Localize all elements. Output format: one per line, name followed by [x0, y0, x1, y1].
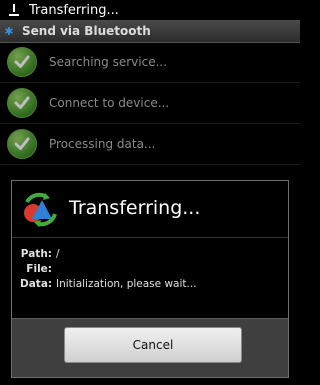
step-label: Processing data...	[49, 137, 156, 151]
data-label: Data:	[20, 278, 53, 290]
path-value: /	[56, 248, 60, 260]
file-row: File:	[20, 262, 197, 277]
dialog-header: Transferring...	[12, 181, 288, 233]
step-label: Connect to device...	[49, 96, 170, 110]
checkmark-icon	[7, 129, 37, 159]
title-label: Send via Bluetooth	[22, 24, 151, 38]
step-searching-service: Searching service...	[0, 42, 300, 83]
cancel-button[interactable]: Cancel	[64, 327, 242, 363]
dialog-button-area: Cancel	[12, 318, 288, 377]
step-label: Searching service...	[49, 55, 168, 69]
step-processing-data: Processing data...	[0, 124, 300, 165]
transfer-info: Path: / File: Data: Initialization, plea…	[20, 247, 197, 292]
transfer-dialog: Transferring... Path: / File: Data: Init…	[11, 180, 289, 378]
checkmark-icon	[7, 47, 37, 77]
progress-steps: Searching service... Connect to device..…	[0, 42, 300, 165]
data-value: Initialization, please wait...	[56, 278, 197, 290]
dialog-title: Transferring...	[69, 197, 201, 219]
path-row: Path: /	[20, 247, 197, 262]
path-label: Path:	[20, 248, 52, 260]
bluetooth-title-bar: ✱ Send via Bluetooth	[0, 20, 300, 43]
status-bar: Transferring...	[0, 0, 300, 20]
step-connect-device: Connect to device...	[0, 83, 300, 124]
bluetooth-icon: ✱	[4, 24, 14, 38]
transfer-icon	[24, 192, 57, 227]
status-title: Transferring...	[29, 2, 119, 18]
checkmark-icon	[7, 88, 37, 118]
divider	[12, 237, 288, 238]
file-label: File:	[26, 263, 52, 275]
data-row: Data: Initialization, please wait...	[20, 277, 197, 292]
download-icon	[8, 3, 20, 17]
